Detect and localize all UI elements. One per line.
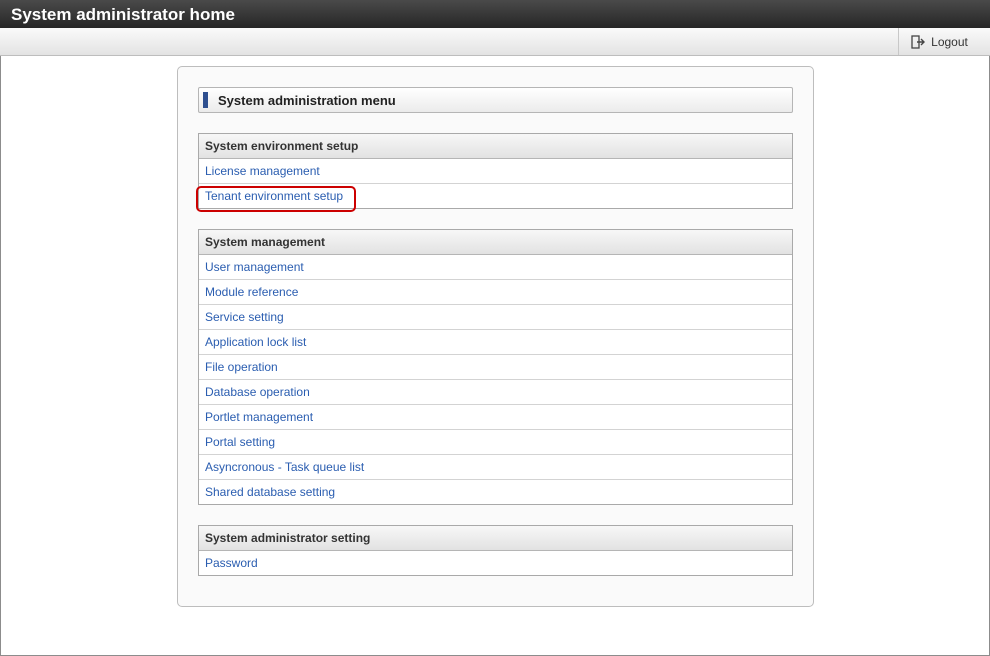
menu-link-label: User management (205, 260, 304, 274)
menu-link-label: Portal setting (205, 435, 276, 449)
logout-label: Logout (931, 34, 968, 49)
menu-link-shared-database-setting[interactable]: Shared database setting (199, 480, 792, 504)
section-header: System environment setup (199, 134, 792, 159)
menu-link-tenant-environment-setup[interactable]: Tenant environment setup (196, 184, 792, 212)
section-header: System management (199, 230, 792, 255)
admin-menu-panel: System administration menu System enviro… (177, 66, 814, 607)
heading-accent-bar (203, 92, 208, 108)
menu-link-label: File operation (205, 360, 278, 374)
menu-link-label: Database operation (205, 385, 310, 399)
menu-heading-text: System administration menu (218, 93, 396, 108)
menu-link-module-reference[interactable]: Module reference (199, 280, 792, 305)
title-bar: System administrator home (0, 0, 990, 29)
logout-icon (911, 34, 926, 49)
toolbar: Logout (0, 28, 990, 56)
menu-link-user-management[interactable]: User management (199, 255, 792, 280)
menu-link-label: Tenant environment setup (205, 189, 344, 203)
menu-link-label: License management (205, 164, 320, 178)
menu-link-label: Password (205, 556, 258, 570)
section-system-management: System management User management Module… (198, 229, 793, 505)
menu-link-label: Portlet management (205, 410, 314, 424)
menu-link-label: Shared database setting (205, 485, 336, 499)
menu-link-file-operation[interactable]: File operation (199, 355, 792, 380)
menu-link-portlet-management[interactable]: Portlet management (199, 405, 792, 430)
menu-link-application-lock-list[interactable]: Application lock list (199, 330, 792, 355)
menu-link-database-operation[interactable]: Database operation (199, 380, 792, 405)
menu-link-label: Asyncronous - Task queue list (205, 460, 365, 474)
window-title: System administrator home (11, 5, 235, 24)
menu-heading: System administration menu (198, 87, 793, 113)
menu-link-service-setting[interactable]: Service setting (199, 305, 792, 330)
section-system-administrator-setting: System administrator setting Password (198, 525, 793, 576)
section-header: System administrator setting (199, 526, 792, 551)
menu-link-label: Module reference (205, 285, 299, 299)
menu-link-label: Application lock list (205, 335, 307, 349)
menu-link-task-queue-list[interactable]: Asyncronous - Task queue list (199, 455, 792, 480)
logout-button[interactable]: Logout (898, 28, 980, 55)
menu-link-label: Service setting (205, 310, 284, 324)
menu-link-password[interactable]: Password (199, 551, 792, 575)
section-system-environment-setup: System environment setup License managem… (196, 133, 793, 212)
menu-link-license-management[interactable]: License management (199, 159, 792, 184)
menu-link-portal-setting[interactable]: Portal setting (199, 430, 792, 455)
